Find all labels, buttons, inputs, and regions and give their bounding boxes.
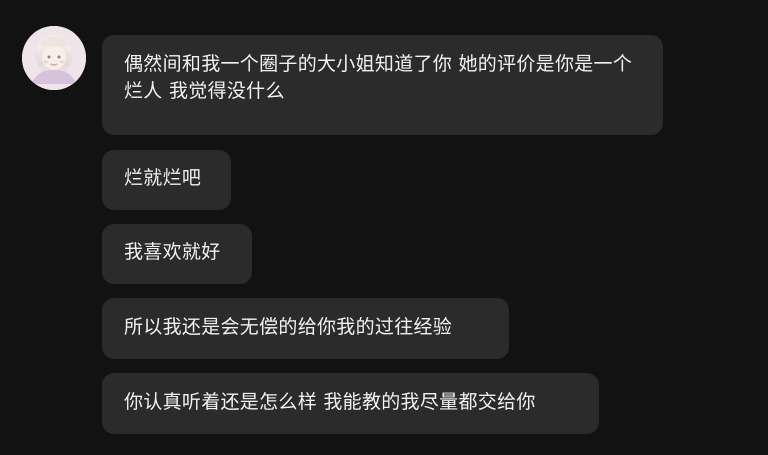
message-bubble: 我喜欢就好 <box>102 224 252 284</box>
message-bubble: 你认真听着还是怎么样 我能教的我尽量都交给你 <box>102 373 599 434</box>
message-text: 偶然间和我一个圈子的大小姐知道了你 她的评价是你是一个烂人 我觉得没什么 <box>124 53 633 102</box>
message-bubble: 偶然间和我一个圈子的大小姐知道了你 她的评价是你是一个烂人 我觉得没什么 <box>102 35 663 135</box>
avatar-icon <box>22 26 86 90</box>
message-text: 烂就烂吧 <box>124 167 202 189</box>
message-text: 你认真听着还是怎么样 我能教的我尽量都交给你 <box>124 391 536 413</box>
message-text: 所以我还是会无偿的给你我的过往经验 <box>124 316 453 338</box>
avatar <box>22 26 86 90</box>
message-bubble: 所以我还是会无偿的给你我的过往经验 <box>102 298 509 359</box>
message-bubble: 烂就烂吧 <box>102 150 231 210</box>
message-text: 我喜欢就好 <box>124 241 221 263</box>
